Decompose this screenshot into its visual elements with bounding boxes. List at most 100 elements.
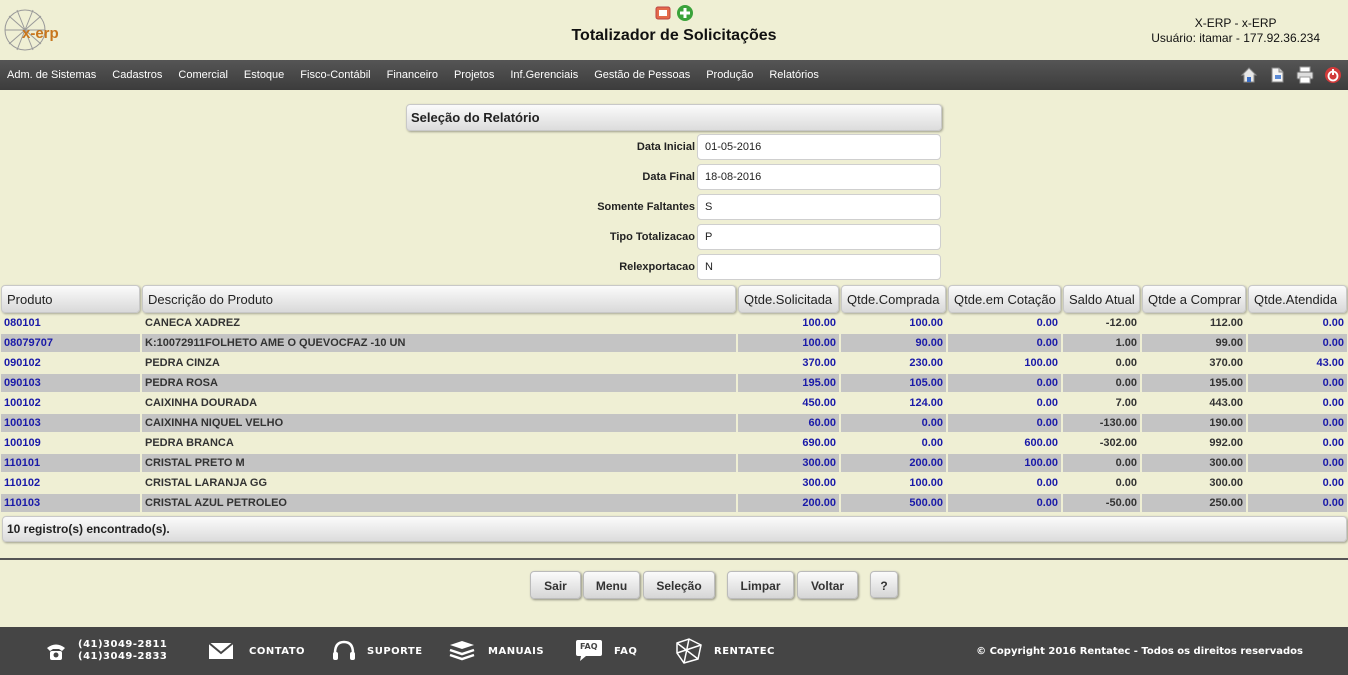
table-row[interactable]: 090103 PEDRA ROSA 195.00 105.00 0.00 0.00 195.… [0,374,1348,394]
cell-descricao: PEDRA CINZA [145,357,220,369]
copyright-text: © Copyright 2016 Rentatec - Todos os dir… [976,646,1303,657]
cell-qtde-comprada: 100.00 [909,477,943,489]
col-header-descricao[interactable]: Descrição do Produto [142,285,736,313]
selecao-button[interactable]: Seleção [643,571,715,599]
help-button[interactable]: ? [870,571,898,598]
cell-saldo-atual: -12.00 [1105,317,1137,329]
cell-descricao: PEDRA ROSA [142,374,736,392]
cell-qtde-comprada: 230.00 [909,357,943,369]
suporte-link[interactable]: SUPORTE [331,627,423,675]
menu-cadastros[interactable]: Cadastros [112,69,162,81]
col-header-qtde-comprada[interactable]: Qtde.Comprada [841,285,946,313]
col-header-qtde-a-comprar[interactable]: Qtde a Comprar [1142,285,1246,313]
cell-qtde-comprada: 105.00 [841,374,946,392]
table-row[interactable]: 100103 CAIXINHA NIQUEL VELHO 60.00 0.00 0.00… [0,414,1348,434]
home-icon[interactable] [1240,66,1258,84]
cell-qtde-cotacao: 0.00 [1036,317,1058,329]
data-inicial-input[interactable]: 01-05-2016 [697,134,941,160]
menu-gestao-pessoas[interactable]: Gestão de Pessoas [594,69,690,81]
menu-inf-gerenciais[interactable]: Inf.Gerenciais [510,69,578,81]
menu-fisco-contabil[interactable]: Fisco-Contábil [300,69,370,81]
system-name: X-ERP - x-ERP [1194,16,1277,30]
faq-link[interactable]: FAQ FAQ [574,627,637,675]
cell-qtde-comprada: 124.00 [909,397,943,409]
somente-faltantes-input[interactable]: S [697,194,941,220]
table-row[interactable]: 110102 CRISTAL LARANJA GG 300.00 100.00 0.00… [0,474,1348,494]
cell-produto[interactable]: 110103 [1,494,140,512]
contato-link[interactable]: CONTATO [208,627,305,675]
table-row[interactable]: 110101 CRISTAL PRETO M 300.00 200.00 100.00 0… [0,454,1348,474]
table-row[interactable]: 08079707 K:10072911FOLHETO AME O QUEVOCFA… [0,334,1348,354]
field-row-data-inicial: Data Inicial 01-05-2016 [406,134,942,160]
table-header: Produto Descrição do Produto Qtde.Solici… [0,285,1348,313]
col-header-qtde-atendida[interactable]: Qtde.Atendida [1248,285,1347,313]
table-row[interactable]: 100102 CAIXINHA DOURADA 450.00 124.00 0.00 7.… [0,394,1348,414]
rentatec-label: RENTATEC [714,645,775,657]
power-icon[interactable] [1324,66,1342,84]
cell-descricao: CRISTAL LARANJA GG [145,477,268,489]
col-header-saldo-atual[interactable]: Saldo Atual [1063,285,1140,313]
menu-button[interactable]: Menu [583,571,640,599]
printer-icon[interactable] [1296,66,1314,84]
cell-qtde-solicitada: 690.00 [802,437,836,449]
cell-qtde-atendida: 0.00 [1248,414,1347,432]
cell-descricao: PEDRA BRANCA [145,437,234,449]
document-icon[interactable] [1268,66,1286,84]
relexportacao-input[interactable]: N [697,254,941,280]
cell-descricao: CAIXINHA DOURADA [145,397,258,409]
cell-produto[interactable]: 110101 [1,454,140,472]
table-row[interactable]: 110103 CRISTAL AZUL PETROLEO 200.00 500.00 0… [0,494,1348,514]
cell-produto[interactable]: 100109 [1,434,140,452]
cell-produto[interactable]: 080101 [1,314,140,332]
menu-comercial[interactable]: Comercial [178,69,228,81]
manuais-link[interactable]: MANUAIS [448,627,544,675]
manuais-label: MANUAIS [488,645,545,657]
menu-projetos[interactable]: Projetos [454,69,494,81]
col-header-produto[interactable]: Produto [1,285,140,313]
menu-adm-sistemas[interactable]: Adm. de Sistemas [7,69,96,81]
tipo-totalizacao-input[interactable]: P [697,224,941,250]
add-icon[interactable] [676,4,694,22]
menu-financeiro[interactable]: Financeiro [387,69,438,81]
data-final-label: Data Final [642,171,695,183]
cell-produto[interactable]: 090102 [1,354,140,372]
cell-saldo-atual: 0.00 [1063,374,1140,392]
table-row[interactable]: 080101 CANECA XADREZ 100.00 100.00 0.00 -12.0… [0,314,1348,334]
cell-descricao: CRISTAL AZUL PETROLEO [142,494,736,512]
cell-qtde-atendida: 43.00 [1316,357,1344,369]
cell-produto[interactable]: 110102 [1,474,140,492]
rentatec-link[interactable]: RENTATEC [674,627,775,675]
cell-produto[interactable]: 090103 [1,374,140,392]
cell-qtde-a-comprar: 195.00 [1142,374,1246,392]
limpar-button[interactable]: Limpar [727,571,794,599]
cell-saldo-atual: -50.00 [1063,494,1140,512]
cell-qtde-atendida: 0.00 [1322,317,1344,329]
menu-estoque[interactable]: Estoque [244,69,284,81]
menu-producao[interactable]: Produção [706,69,753,81]
field-row-relexportacao: Relexportacao N [406,254,942,280]
cell-qtde-solicitada: 195.00 [738,374,839,392]
cell-qtde-atendida: 0.00 [1322,477,1344,489]
cell-produto[interactable]: 100102 [1,394,140,412]
rentatec-logo-icon [676,638,702,664]
cell-qtde-a-comprar: 300.00 [1142,454,1246,472]
cell-qtde-comprada: 500.00 [841,494,946,512]
data-final-input[interactable]: 18-08-2016 [697,164,941,190]
voltar-button[interactable]: Voltar [797,571,858,599]
menu-relatorios[interactable]: Relatórios [769,69,819,81]
cell-qtde-solicitada: 300.00 [738,454,839,472]
col-header-qtde-solicitada[interactable]: Qtde.Solicitada [738,285,839,313]
col-header-qtde-cotacao[interactable]: Qtde.em Cotação [948,285,1061,313]
cell-produto[interactable]: 08079707 [1,334,140,352]
cell-qtde-cotacao: 100.00 [1024,357,1058,369]
sair-button[interactable]: Sair [530,571,581,599]
cell-qtde-a-comprar: 190.00 [1142,414,1246,432]
headset-icon [333,640,355,660]
cell-produto[interactable]: 100103 [1,414,140,432]
relexportacao-label: Relexportacao [619,261,695,273]
cell-qtde-cotacao: 0.00 [948,374,1061,392]
table-row[interactable]: 100109 PEDRA BRANCA 690.00 0.00 600.00 -302.0… [0,434,1348,454]
phone-contact[interactable]: (41)3049-2811 (41)3049-2833 [44,627,167,675]
pdf-icon[interactable] [655,4,673,22]
table-row[interactable]: 090102 PEDRA CINZA 370.00 230.00 100.00 0.00 3… [0,354,1348,374]
